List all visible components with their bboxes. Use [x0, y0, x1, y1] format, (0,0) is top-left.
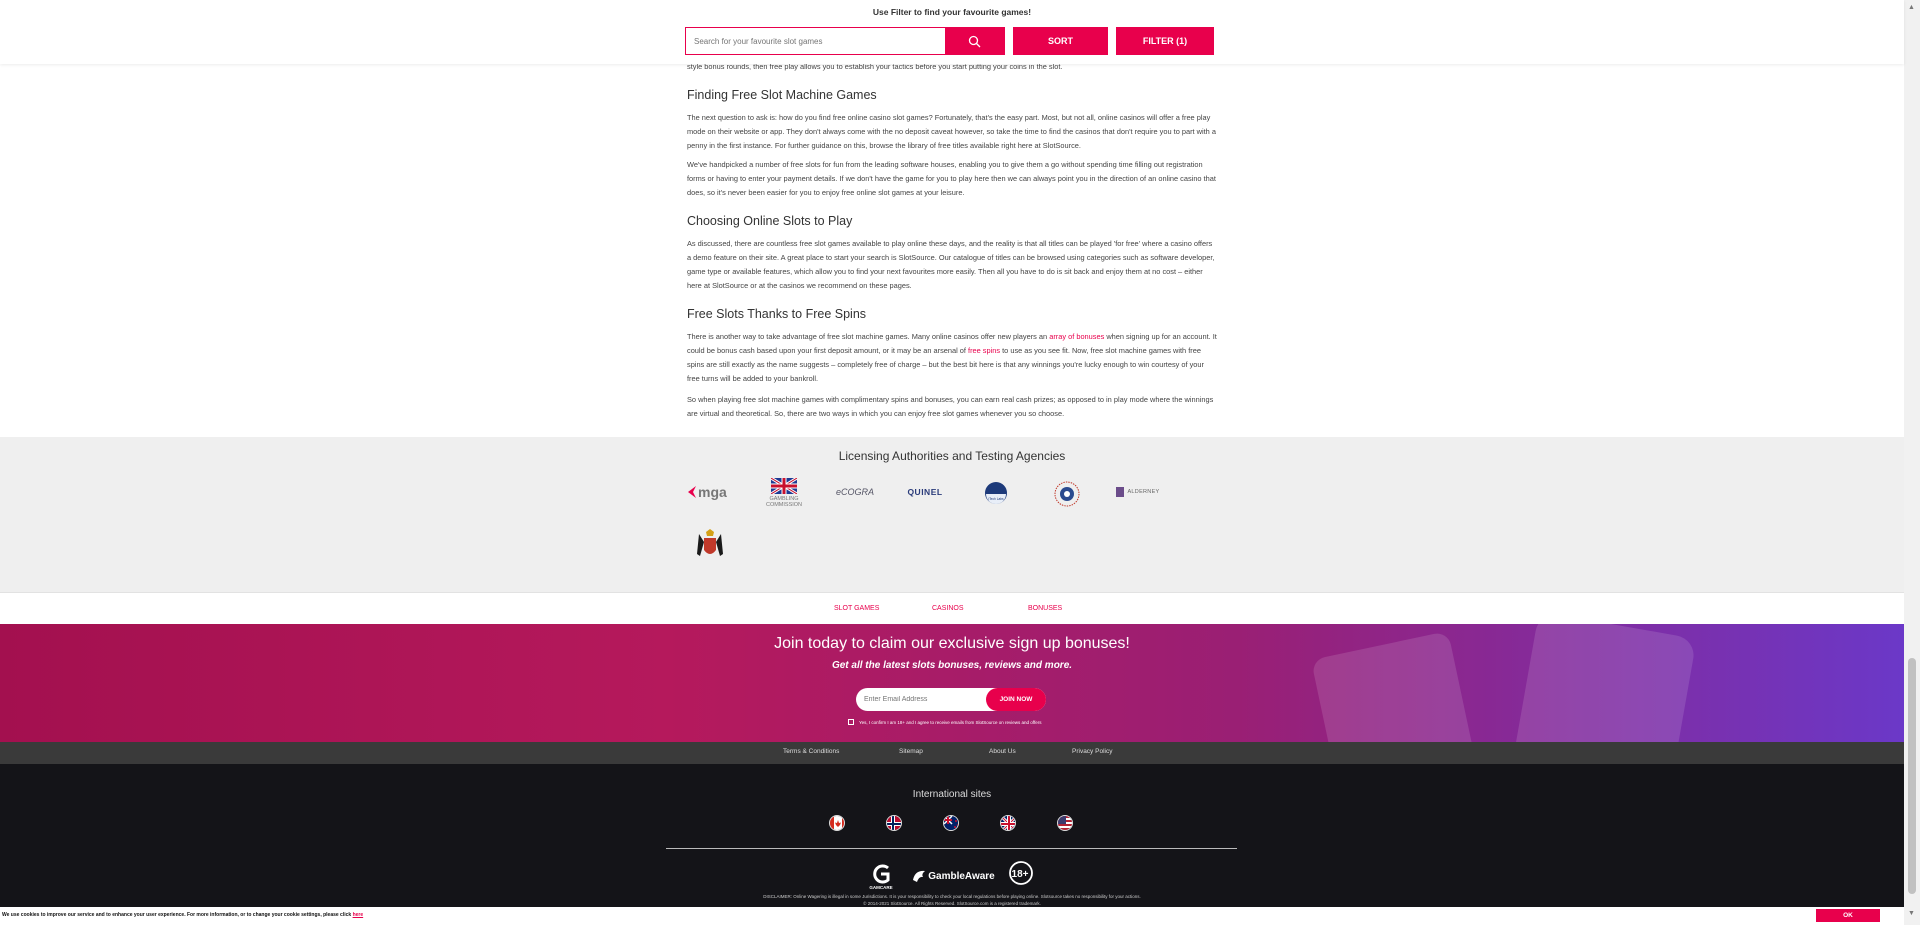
- gambling-commission-text: GAMBLING COMMISSION: [765, 496, 803, 508]
- age-18-logo[interactable]: 18+: [1008, 860, 1034, 886]
- gli-logo[interactable]: [1054, 481, 1080, 507]
- article-paragraph: As discussed, there are countless free s…: [687, 239, 1215, 290]
- terms-link[interactable]: Terms & Conditions: [783, 748, 839, 755]
- mga-mark: mga: [688, 484, 727, 500]
- consent-label: Yes, I confirm I am 18+ and I agree to r…: [859, 719, 1042, 725]
- join-now-button[interactable]: JOIN NOW: [986, 688, 1046, 711]
- sitemap-link[interactable]: Sitemap: [899, 748, 923, 755]
- filter-bar: Use Filter to find your favourite games!…: [0, 0, 1904, 64]
- section-heading: Choosing Online Slots to Play: [687, 214, 853, 228]
- footer-divider: [666, 848, 1237, 849]
- article-paragraph: There is another way to take advantage o…: [687, 330, 1217, 386]
- legal-links: Terms & Conditions Sitemap About Us Priv…: [0, 742, 1904, 764]
- scroll-up-arrow-icon[interactable]: ▲: [1908, 4, 1915, 11]
- signup-subtitle: Get all the latest slots bonuses, review…: [831, 660, 1073, 671]
- alderney-logo[interactable]: ALDERNEY: [1114, 484, 1162, 500]
- gamcare-text: GAMCARE: [869, 884, 893, 890]
- new-zealand-flag: [944, 816, 958, 830]
- gli-seal: [1054, 481, 1080, 507]
- international-sites-title: International sites: [912, 789, 992, 800]
- disclaimer: DISCLAIMER: Online Wagering is illegal i…: [0, 893, 1904, 907]
- footer-nav: SLOT GAMES CASINOS BONUSES: [0, 592, 1904, 624]
- cookie-message: We use cookies to improve our service an…: [2, 912, 353, 918]
- uk-flag-icon: [771, 478, 797, 494]
- itech-labs-logo[interactable]: iTech Labs: [984, 481, 1008, 505]
- disclaimer-line: DISCLAIMER: Online Wagering is illegal i…: [763, 894, 1141, 899]
- nav-slot-games[interactable]: SLOT GAMES: [834, 605, 879, 612]
- search-icon: [968, 35, 981, 47]
- cookie-text: We use cookies to improve our service an…: [2, 912, 363, 918]
- united-states-flag: [1058, 816, 1072, 830]
- gambling-commission-logo[interactable]: GAMBLING COMMISSION: [756, 475, 812, 511]
- new-zealand-flag-icon[interactable]: [943, 815, 959, 831]
- itech-labs-badge: iTech Labs: [985, 482, 1007, 504]
- gambleaware-logo[interactable]: GambleAware: [910, 865, 996, 887]
- ecogra-logo[interactable]: eCOGRA: [830, 483, 880, 501]
- scroll-down-arrow-icon[interactable]: ▼: [1908, 910, 1915, 917]
- gambleaware-text: GambleAware: [928, 870, 995, 882]
- quinel-text: QUINEL: [907, 487, 943, 497]
- free-spins-link[interactable]: free spins: [968, 346, 1000, 355]
- nav-casinos[interactable]: CASINOS: [932, 605, 964, 612]
- cookie-banner: We use cookies to improve our service an…: [0, 907, 1920, 925]
- canada-flag-icon[interactable]: [829, 815, 845, 831]
- privacy-policy-link[interactable]: Privacy Policy: [1072, 748, 1112, 755]
- search-input[interactable]: [686, 28, 946, 54]
- consent-row: Yes, I confirm I am 18+ and I agree to r…: [848, 719, 1041, 725]
- isle-of-man-crest: [697, 529, 723, 556]
- sort-button[interactable]: SORT: [1013, 27, 1108, 55]
- united-kingdom-flag-icon[interactable]: [1000, 815, 1016, 831]
- itech-labs-text: iTech Labs: [988, 497, 1004, 501]
- cookie-ok-button[interactable]: OK: [1816, 909, 1880, 922]
- gamcare-icon: [873, 864, 890, 883]
- gambleaware-icon: [913, 870, 926, 882]
- consent-checkbox[interactable]: [848, 719, 854, 725]
- article-paragraph: So when playing free slot machine games …: [687, 395, 1214, 418]
- email-field[interactable]: [856, 688, 981, 711]
- cookie-settings-link[interactable]: here: [353, 912, 364, 918]
- ecogra-text: eCOGRA: [835, 487, 874, 497]
- signup-title: Join today to claim our exclusive sign u…: [774, 635, 1130, 652]
- section-heading: Free Slots Thanks to Free Spins: [687, 307, 867, 321]
- filter-button[interactable]: FILTER (1): [1116, 27, 1214, 55]
- alderney-crest-icon: [1116, 487, 1125, 497]
- scrollbar-thumb[interactable]: [1908, 658, 1916, 894]
- mga-logo[interactable]: mga: [686, 480, 738, 504]
- united-kingdom-flag: [1001, 816, 1015, 830]
- article-paragraph: The next question to ask is: how do you …: [687, 113, 1216, 150]
- gamcare-logo[interactable]: GAMCARE: [866, 860, 896, 892]
- section-heading: Finding Free Slot Machine Games: [687, 88, 877, 102]
- norway-flag: [887, 816, 901, 830]
- norway-flag-icon[interactable]: [886, 815, 902, 831]
- age-18-text: 18+: [1012, 869, 1029, 880]
- article-paragraph: We've handpicked a number of free slots …: [687, 160, 1216, 197]
- copyright-line: © 2014-2021 SlotSource. All Rights Reser…: [863, 901, 1041, 906]
- about-us-link[interactable]: About Us: [989, 748, 1016, 755]
- united-states-flag-icon[interactable]: [1057, 815, 1073, 831]
- search-button[interactable]: [945, 27, 1004, 55]
- licensing-title: Licensing Authorities and Testing Agenci…: [838, 449, 1066, 463]
- site-footer: International sites GAMCARE GambleAware …: [0, 764, 1904, 925]
- search-box: [685, 27, 1005, 55]
- isle-of-man-logo[interactable]: [690, 528, 730, 562]
- signup-banner: Join today to claim our exclusive sign u…: [0, 624, 1904, 742]
- quinel-logo[interactable]: QUINEL: [900, 483, 950, 501]
- text-fragment: There is another way to take advantage o…: [687, 332, 1050, 341]
- page-scrollbar[interactable]: ▲ ▼: [1904, 0, 1920, 925]
- filter-hint: Use Filter to find your favourite games!: [872, 7, 1032, 17]
- age-18-badge-icon: 18+: [1009, 861, 1033, 885]
- nav-bonuses[interactable]: BONUSES: [1028, 605, 1062, 612]
- alderney-text: ALDERNEY: [1127, 489, 1160, 495]
- array-of-bonuses-link[interactable]: array of bonuses: [1049, 332, 1104, 341]
- email-signup-box: JOIN NOW: [856, 688, 1046, 711]
- canada-flag: [830, 816, 844, 830]
- mga-text: mga: [698, 484, 727, 500]
- licensing-section: Licensing Authorities and Testing Agenci…: [0, 437, 1904, 592]
